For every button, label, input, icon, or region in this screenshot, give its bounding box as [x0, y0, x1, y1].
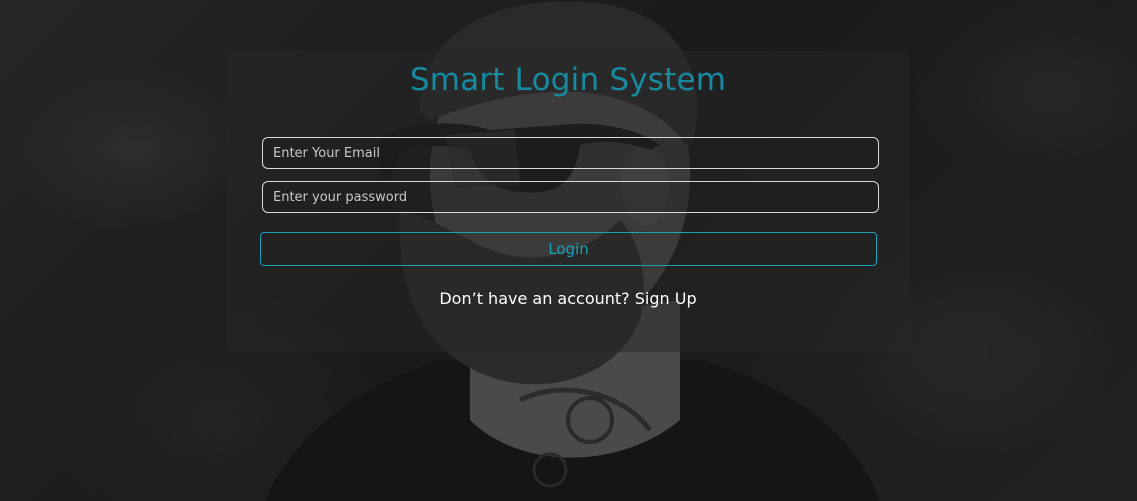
signup-prompt-text: Don’t have an account?	[439, 289, 630, 308]
email-input[interactable]	[262, 137, 879, 169]
signup-prompt: Don’t have an account? Sign Up	[227, 289, 909, 308]
signup-link[interactable]: Sign Up	[635, 289, 697, 308]
login-button[interactable]: Login	[260, 232, 877, 266]
password-input[interactable]	[262, 181, 879, 213]
page-title: Smart Login System	[409, 62, 727, 98]
login-page: Smart Login System Login Don’t have an a…	[0, 0, 1137, 501]
